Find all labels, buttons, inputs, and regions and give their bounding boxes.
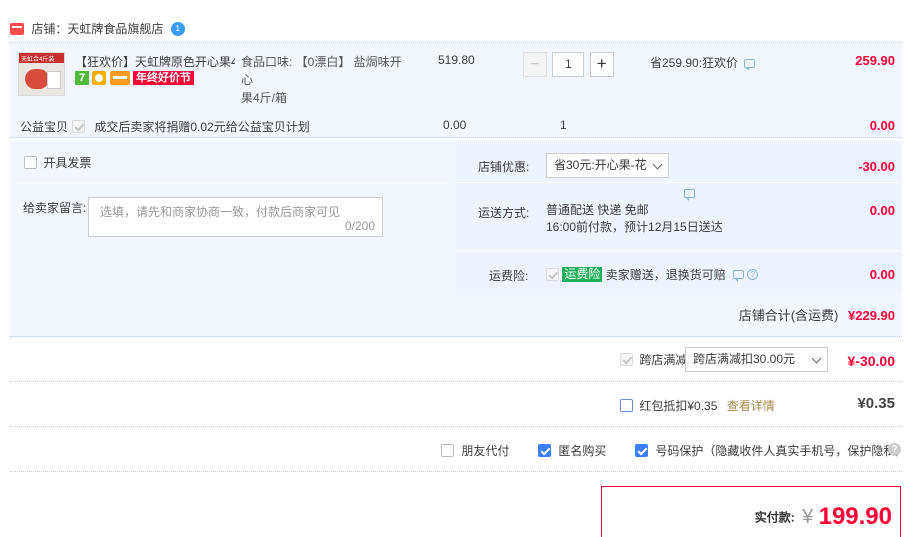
- shipping-method: 普通配送 快递 免邮: [546, 203, 649, 217]
- cross-store-label: 跨店满减: [639, 353, 688, 367]
- product-title[interactable]: 【狂欢价】天虹牌原色开心果4...: [75, 53, 235, 70]
- anonymous-checkbox[interactable]: [538, 444, 551, 457]
- shop-total-label: 店铺合计(含运费): [738, 308, 839, 323]
- sku-info: 食品口味: 【0漂白】 盐焗味开心 果4斤/箱: [241, 53, 411, 107]
- red-packet-label: 红包抵扣¥0.35: [639, 399, 718, 413]
- message-placeholder: 选填，请先和商家协商一致，付款后商家可见: [100, 205, 341, 219]
- red-packet-amount: ¥0.35: [857, 395, 895, 412]
- item-discount: 省259.90:狂欢价: [650, 54, 756, 72]
- chevron-down-icon: [811, 353, 822, 364]
- charity-row: 成交后卖家将捐赠0.02元给公益宝贝计划: [72, 118, 310, 135]
- unit-price: 519.80: [438, 53, 475, 67]
- insurance-checkbox: [546, 268, 559, 281]
- payment-amount: 199.90: [818, 503, 892, 530]
- shop-name[interactable]: 店铺：天虹牌食品旗舰店: [31, 22, 163, 36]
- cross-store-amount: ¥-30.00: [847, 353, 895, 369]
- order-item-panel: 天虹合4斤装 【狂欢价】天虹牌原色开心果4... 7 年终好价节 食品口味: 【…: [10, 42, 902, 138]
- shipping-amount: 0.00: [869, 203, 895, 218]
- cross-store-select[interactable]: 跨店满减扣30.00元: [685, 347, 828, 372]
- card-pay-icon: [109, 70, 130, 85]
- payment-label: 实付款:: [754, 510, 795, 525]
- charity-checkbox: [72, 120, 85, 133]
- friend-pay-checkbox[interactable]: [441, 444, 454, 457]
- invoice-option[interactable]: 开具发票: [24, 154, 91, 171]
- friend-pay-option[interactable]: 朋友代付: [441, 442, 509, 459]
- discount-text: 省259.90:狂欢价: [650, 56, 739, 70]
- sku-line-1: 食品口味: 【0漂白】 盐焗味开心: [241, 55, 402, 87]
- left-options: 开具发票 给卖家留言: 选填，请先和商家协商一致，付款后商家可见 0/200: [10, 141, 450, 290]
- red-packet-checkbox[interactable]: [620, 399, 633, 412]
- charity-desc: 成交后卖家将捐赠0.02元给公益宝贝计划: [94, 120, 310, 134]
- shop-discount-amount: -30.00: [858, 159, 895, 174]
- payment-summary-box: 实付款: ¥ 199.90: [601, 486, 901, 537]
- seven-day-return-icon: 7: [75, 70, 89, 85]
- friend-pay-label: 朋友代付: [461, 444, 510, 458]
- service-badges: 7 年终好价节: [75, 70, 195, 85]
- product-thumbnail[interactable]: 天虹合4斤装: [18, 52, 65, 96]
- insurance-info: 运费险 卖家赠送，退换货可赔 ?: [546, 266, 759, 283]
- sku-line-2: 果4斤/箱: [241, 91, 288, 105]
- cross-store-option: 跨店满减: [620, 351, 687, 368]
- privacy-option[interactable]: 号码保护（隐藏收件人真实手机号，保护隐私）: [635, 442, 907, 459]
- insurance-chat-icon[interactable]: [733, 270, 745, 282]
- chevron-down-icon: [652, 159, 663, 170]
- red-packet-row: 红包抵扣¥0.35 查看详情 ¥0.35: [10, 383, 902, 427]
- shop-header: 店铺：天虹牌食品旗舰店 1: [10, 20, 185, 40]
- shop-discount-label: 店铺优惠:: [478, 160, 530, 174]
- anonymous-option[interactable]: 匿名购买: [538, 442, 606, 459]
- quantity-stepper: − 1 +: [523, 52, 614, 77]
- discount-info-icon[interactable]: [744, 59, 756, 72]
- insurance-tag: 运费险: [562, 267, 603, 282]
- shop-icon: [10, 22, 24, 35]
- wangwang-chat-icon[interactable]: 1: [170, 21, 185, 36]
- qty-minus-button[interactable]: −: [523, 52, 547, 77]
- payment-total: 实付款: ¥ 199.90: [755, 503, 892, 531]
- charity-price: 0.00: [443, 118, 467, 132]
- shipping-eta: 16:00前付款，预计12月15日送达: [546, 220, 723, 234]
- shop-total: 店铺合计(含运费) ¥229.90: [739, 305, 895, 324]
- invoice-label: 开具发票: [43, 156, 92, 170]
- payment-currency: ¥: [802, 505, 814, 528]
- anonymous-label: 匿名购买: [558, 444, 607, 458]
- privacy-checkbox[interactable]: [635, 444, 648, 457]
- invoice-checkbox[interactable]: [24, 156, 37, 169]
- qty-plus-button[interactable]: +: [589, 52, 614, 77]
- help-icon[interactable]: ?: [888, 443, 901, 456]
- shipping-info: 普通配送 快递 免邮 16:00前付款，预计12月15日送达: [546, 202, 723, 236]
- extra-options-row: 朋友代付 匿名购买 号码保护（隐藏收件人真实手机号，保护隐私） ?: [10, 428, 907, 472]
- shop-total-amount: ¥229.90: [848, 308, 895, 323]
- red-packet-option[interactable]: 红包抵扣¥0.35 查看详情: [620, 397, 775, 414]
- cross-store-checkbox: [620, 353, 633, 366]
- shop-discount-value: 省30元:开心果-花: [554, 158, 647, 172]
- shop-discount-select[interactable]: 省30元:开心果-花: [546, 153, 669, 178]
- red-packet-details-link[interactable]: 查看详情: [727, 399, 775, 413]
- message-label: 给卖家留言:: [23, 201, 87, 215]
- item-total: 259.90: [855, 53, 895, 68]
- guarantee-icon: [92, 70, 107, 85]
- question-icon[interactable]: ?: [747, 269, 759, 280]
- charity-label: 公益宝贝: [20, 120, 69, 134]
- message-textarea[interactable]: 选填，请先和商家协商一致，付款后商家可见 0/200: [88, 197, 383, 237]
- insurance-desc: 卖家赠送，退换货可赔: [605, 268, 726, 282]
- insurance-amount: 0.00: [869, 267, 895, 282]
- cross-store-value: 跨店满减扣30.00元: [693, 352, 796, 366]
- charity-qty: 1: [560, 118, 567, 132]
- order-options-panel: 开具发票 给卖家留言: 选填，请先和商家协商一致，付款后商家可见 0/200 店…: [10, 141, 902, 337]
- message-counter: 0/200: [344, 219, 375, 233]
- insurance-label: 运费险:: [489, 269, 529, 283]
- privacy-label: 号码保护（隐藏收件人真实手机号，保护隐私）: [655, 444, 908, 458]
- charity-total: 0.00: [869, 118, 895, 133]
- shipping-label: 运送方式:: [478, 206, 530, 220]
- shop-discount-info-icon[interactable]: [684, 189, 695, 202]
- cross-store-row: 跨店满减 跨店满减扣30.00元 ¥-30.00: [10, 338, 902, 382]
- promo-tag: 年终好价节: [133, 70, 195, 85]
- qty-input[interactable]: 1: [552, 52, 585, 77]
